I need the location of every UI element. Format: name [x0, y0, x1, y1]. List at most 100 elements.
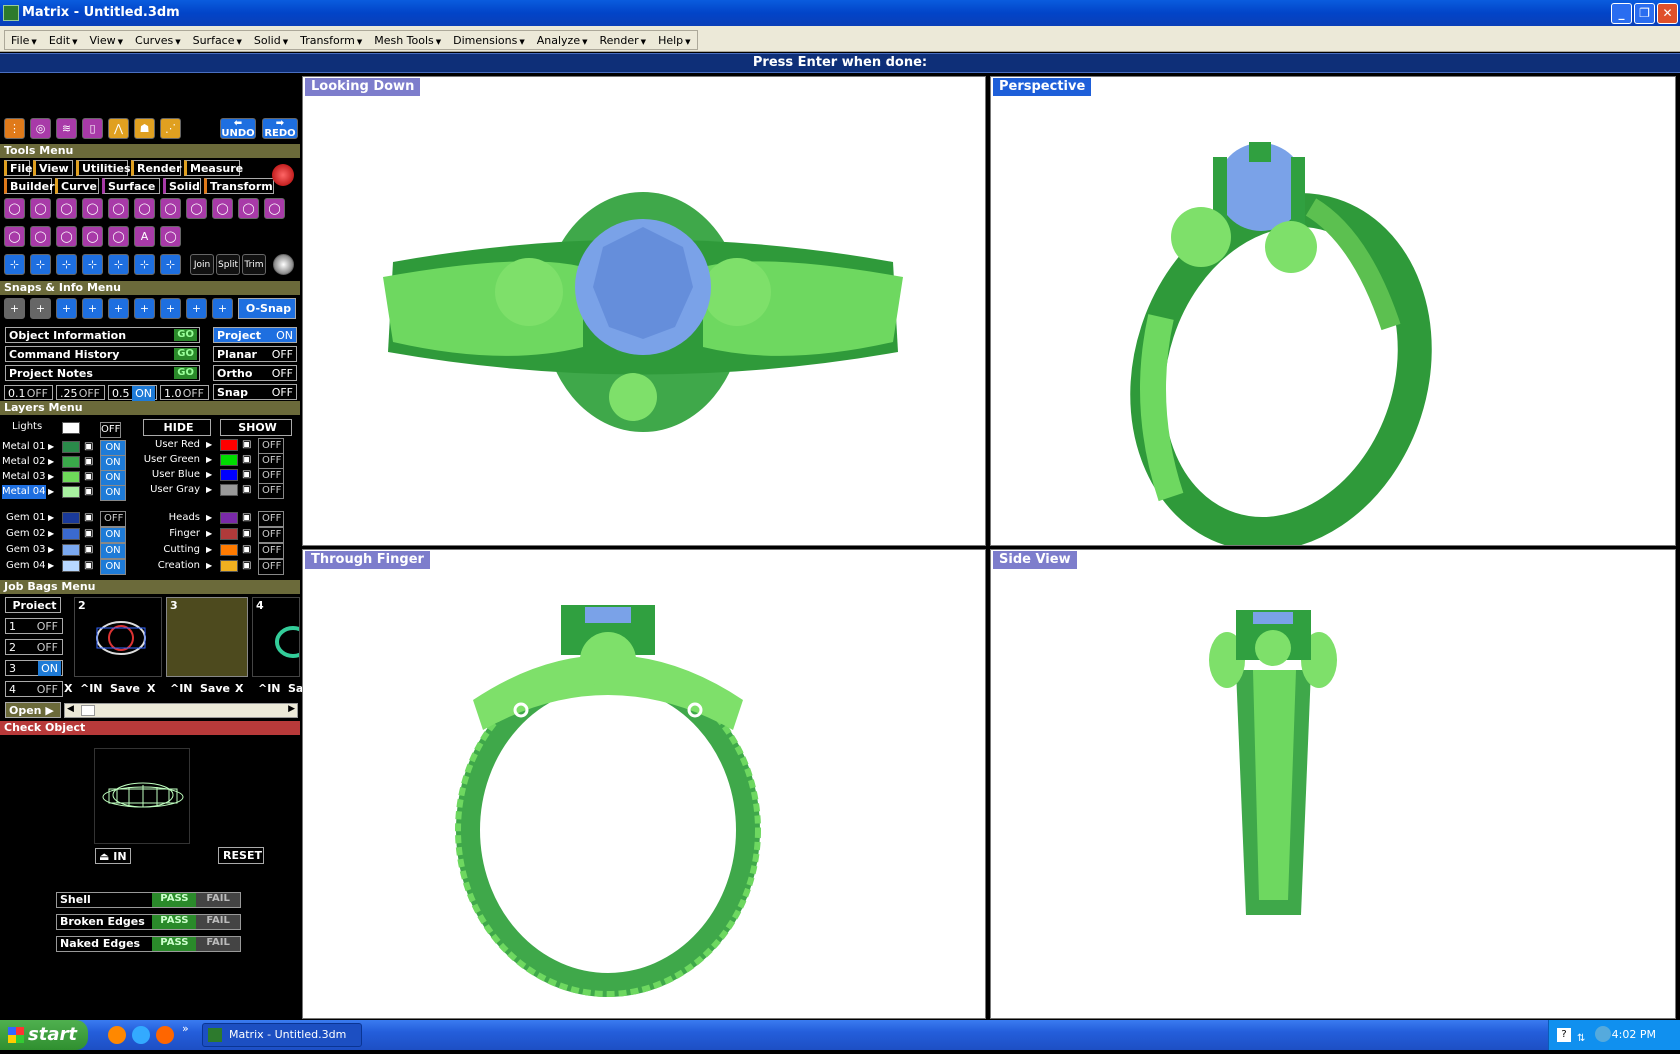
pipe-tool-icon[interactable]: ◯	[134, 198, 155, 219]
layer-cutting-label[interactable]: Cutting	[140, 543, 200, 557]
menu-solid[interactable]: Solid ▼	[248, 31, 294, 49]
snap-end-icon[interactable]: +	[4, 298, 25, 319]
menu-transform[interactable]: Transform ▼	[294, 31, 368, 49]
info-object-information-button[interactable]: Object Information GO	[5, 327, 200, 343]
layer-color-swatch[interactable]	[62, 471, 80, 483]
surface-tool-icon[interactable]: ≋	[56, 118, 77, 139]
lock-icon[interactable]: ▣	[242, 527, 251, 541]
tools-utilities-button[interactable]: Utilities	[76, 160, 131, 176]
close-job-button[interactable]: X	[235, 682, 243, 696]
play-icon[interactable]: ▶	[48, 543, 54, 557]
layer-state-toggle[interactable]: ON	[100, 485, 126, 501]
layer-state-toggle[interactable]: OFF	[100, 511, 126, 527]
tools-solid-button[interactable]: Solid	[163, 178, 201, 194]
layer-state-toggle[interactable]: ON	[100, 543, 126, 559]
box-3-tool-icon[interactable]: ◯	[186, 198, 207, 219]
info-command-history-button[interactable]: Command History GO	[5, 346, 200, 362]
taskbar-matrix-button[interactable]: Matrix - Untitled.3dm	[202, 1023, 362, 1047]
play-icon[interactable]: ▶	[48, 440, 54, 454]
points-tool-icon[interactable]: ⊹	[4, 254, 25, 275]
snap-quad-icon[interactable]: +	[108, 298, 129, 319]
load-job-button[interactable]: ^IN	[258, 682, 281, 696]
job-slot-4[interactable]: 4 OFF	[5, 681, 63, 697]
job-slot-3[interactable]: 3 ON	[5, 660, 63, 676]
layer-color-swatch[interactable]	[62, 486, 80, 498]
sphere-cut-tool-icon[interactable]: ◯	[30, 198, 51, 219]
sphere-2-tool-icon[interactable]: ◯	[108, 198, 129, 219]
layer-state-toggle[interactable]: OFF	[258, 468, 284, 484]
layer-state-toggle[interactable]: OFF	[258, 511, 284, 527]
lock-icon[interactable]: ▣	[84, 440, 93, 454]
torus-tool-icon[interactable]: ◯	[56, 198, 77, 219]
show-button[interactable]: SHOW	[220, 419, 292, 436]
trim-button[interactable]: Trim	[242, 254, 266, 275]
job-thumb-2[interactable]: 2	[74, 597, 162, 677]
lock-icon[interactable]: ▣	[84, 559, 93, 573]
tools-render-button[interactable]: Render	[131, 160, 182, 176]
layer-heads-label[interactable]: Heads	[140, 511, 200, 525]
open-button[interactable]: Open ▶	[5, 702, 61, 718]
tools-surface-button[interactable]: Surface	[102, 178, 160, 194]
lock-icon[interactable]: ▣	[242, 543, 251, 557]
layer-state-toggle[interactable]: ON	[100, 440, 126, 456]
lock-icon[interactable]: ▣	[84, 527, 93, 541]
layer-finger-label[interactable]: Finger	[140, 527, 200, 541]
box-tool-icon[interactable]: ◯	[82, 198, 103, 219]
tools-curve-button[interactable]: Curve	[55, 178, 99, 194]
scroll-left-icon[interactable]: ◀	[67, 704, 74, 714]
snap-circle-icon[interactable]: +	[134, 298, 155, 319]
job-scrollbar[interactable]: ◀ ▶	[64, 703, 298, 718]
play-icon[interactable]: ▶	[48, 527, 54, 541]
menu-dimensions[interactable]: Dimensions ▼	[447, 31, 531, 49]
job-thumb-3[interactable]: 3	[166, 597, 248, 677]
lock-icon[interactable]: ▣	[84, 455, 93, 469]
play-icon[interactable]: ▶	[48, 485, 54, 499]
toggle-planar[interactable]: Planar OFF	[213, 346, 297, 362]
tools-measure-button[interactable]: Measure	[184, 160, 243, 176]
mirror-tool-icon[interactable]: ⊹	[82, 254, 103, 275]
surface-tool-icon[interactable]: ◯	[238, 198, 259, 219]
play-icon[interactable]: ▶	[206, 483, 212, 497]
lock-icon[interactable]: ▣	[242, 559, 251, 573]
grid-1.0-toggle[interactable]: 1.0 OFF	[160, 385, 209, 400]
restore-button[interactable]: ❐	[1634, 3, 1655, 24]
undo-button[interactable]: ⬅ UNDO	[220, 118, 256, 139]
snap-center-icon[interactable]: +	[160, 298, 181, 319]
play-icon[interactable]: ▶	[206, 453, 212, 467]
layer-color-swatch[interactable]	[62, 441, 80, 453]
tools-file-button[interactable]: File	[4, 160, 33, 176]
curve-tool-icon[interactable]: ⋀	[108, 118, 129, 139]
check-in-button[interactable]: ⏏ IN	[95, 848, 131, 864]
menu-render[interactable]: Render ▼	[594, 31, 653, 49]
lock-icon[interactable]: ▣	[242, 468, 251, 482]
job-slot-1[interactable]: 1 OFF	[5, 618, 63, 634]
menu-file[interactable]: File ▼	[5, 31, 43, 49]
grid-0.1-toggle[interactable]: 0.1 OFF	[4, 385, 53, 400]
menu-edit[interactable]: Edit ▼	[43, 31, 84, 49]
load-job-button[interactable]: ^IN	[80, 682, 103, 696]
grid-.25-toggle[interactable]: .25 OFF	[56, 385, 105, 400]
minimize-button[interactable]: _	[1611, 3, 1632, 24]
menu-help[interactable]: Help ▼	[652, 31, 696, 49]
snap-point-icon[interactable]: +	[82, 298, 103, 319]
lock-icon[interactable]: ▣	[84, 543, 93, 557]
toggle-snap[interactable]: Snap OFF	[213, 384, 297, 400]
toggle-ortho[interactable]: Ortho OFF	[213, 365, 297, 381]
layer-metal-04-label[interactable]: Metal 04	[2, 485, 46, 499]
layer-state-toggle[interactable]: OFF	[258, 438, 284, 454]
lock-icon[interactable]: ▣	[242, 511, 251, 525]
job-slot-2[interactable]: 2 OFF	[5, 639, 63, 655]
tools-view-button[interactable]: View	[33, 160, 73, 176]
ellipse-tool-icon[interactable]: ◯	[108, 226, 129, 247]
layer-state-toggle[interactable]: OFF	[258, 527, 284, 543]
layer-state-toggle[interactable]: ON	[100, 470, 126, 486]
text-tool-icon[interactable]: A	[134, 226, 155, 247]
viewport-side-view[interactable]: Side View	[990, 549, 1676, 1019]
viewport-through-finger[interactable]: Through Finger	[302, 549, 986, 1019]
globe-tool-icon[interactable]: ◯	[4, 226, 25, 247]
browser-icon[interactable]	[156, 1026, 174, 1044]
layer-color-swatch[interactable]	[220, 512, 238, 524]
join-button[interactable]: Join	[190, 254, 214, 275]
point-tool-icon[interactable]: ⋮	[4, 118, 25, 139]
quicklaunch-more-icon[interactable]: »	[182, 1022, 189, 1035]
